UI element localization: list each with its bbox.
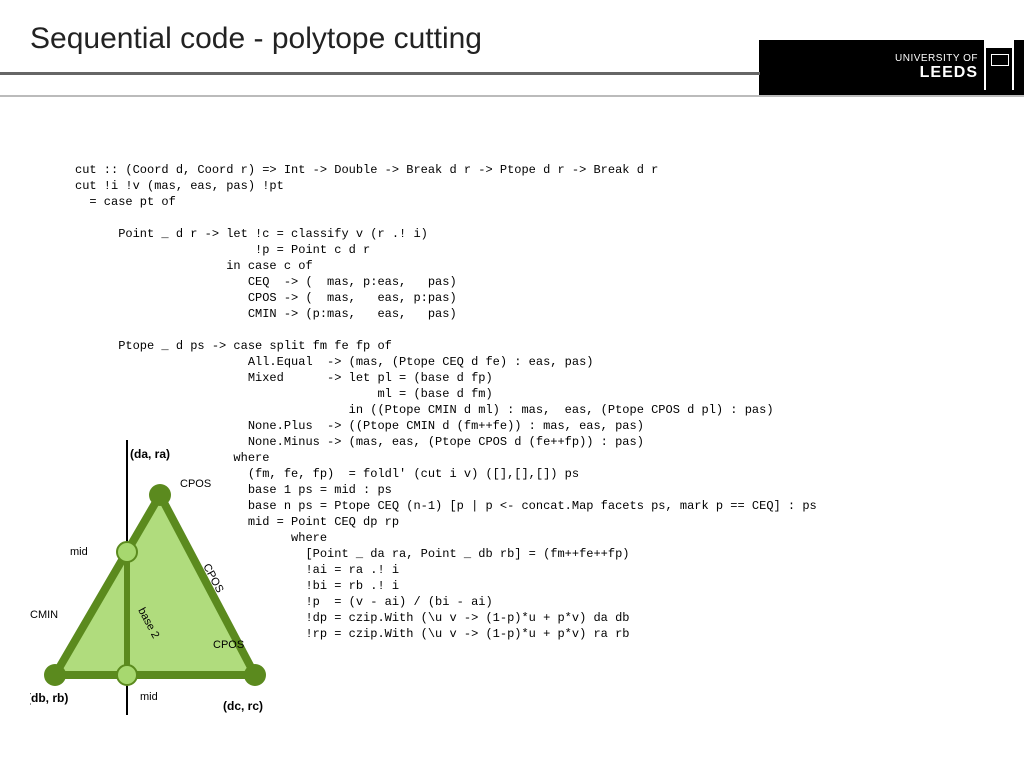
sub-rule xyxy=(0,95,1024,97)
label-mid-2: mid xyxy=(140,691,158,703)
label-db-rb: (db, rb) xyxy=(30,691,68,705)
slide-title: Sequential code - polytope cutting xyxy=(30,22,482,56)
label-cpos-right: CPOS xyxy=(213,639,244,651)
label-cpos-top: CPOS xyxy=(180,478,211,490)
label-cmin: CMIN xyxy=(30,609,58,621)
label-mid-1: mid xyxy=(70,546,88,558)
label-dc-rc: (dc, rc) xyxy=(223,699,263,713)
label-da-ra: (da, ra) xyxy=(130,447,170,461)
polytope-diagram: (da, ra) CPOS mid CMIN CPOS mid (db, rb)… xyxy=(30,440,290,720)
logo-line1: UNIVERSITY OF xyxy=(895,53,978,64)
logo-line2: LEEDS xyxy=(895,64,978,82)
uni-logo: UNIVERSITY OF LEEDS xyxy=(759,40,1024,95)
title-rule xyxy=(0,72,760,75)
tower-icon xyxy=(984,46,1014,90)
